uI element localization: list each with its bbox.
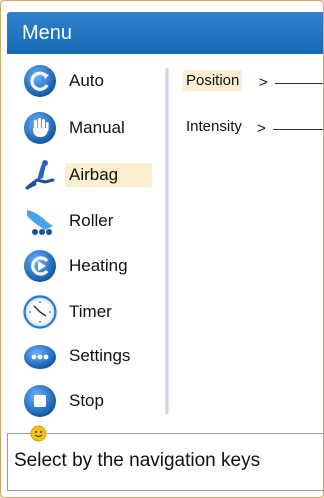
menu-item-label: Airbag bbox=[65, 163, 153, 187]
stop-icon bbox=[24, 385, 56, 417]
menu-item-label: Manual bbox=[69, 118, 125, 137]
menu-item-heating[interactable]: Heating bbox=[21, 249, 161, 285]
clock-icon bbox=[23, 295, 57, 329]
menu-item-label: Stop bbox=[69, 391, 104, 410]
menu-item-stop[interactable]: Stop bbox=[21, 384, 161, 420]
submenu-item-label: Position bbox=[183, 70, 243, 91]
menu-item-label: Heating bbox=[69, 256, 128, 275]
smiley-icon bbox=[30, 425, 47, 442]
submenu-item-label: Intensity bbox=[186, 118, 242, 135]
submenu-item-intensity[interactable]: Intensity > bbox=[183, 118, 323, 140]
page-title: Menu bbox=[22, 22, 73, 44]
menu-panel: Auto Manual Airbag Roller Heating Timer … bbox=[7, 54, 323, 428]
menu-item-label: Roller bbox=[69, 211, 114, 230]
submenu-item-position[interactable]: Position > bbox=[183, 70, 323, 94]
menu-item-label: Timer bbox=[69, 302, 112, 321]
submenu-arrow: > bbox=[257, 120, 266, 137]
menu-item-label: Auto bbox=[69, 71, 104, 90]
massage-chair-icon bbox=[25, 160, 55, 190]
menu-item-auto[interactable]: Auto bbox=[21, 64, 161, 100]
submenu-connector bbox=[275, 83, 323, 84]
auto-icon bbox=[24, 65, 56, 97]
menu-item-settings[interactable]: Settings bbox=[21, 339, 161, 375]
roller-icon bbox=[27, 210, 53, 235]
submenu-connector bbox=[273, 129, 323, 130]
app-frame: Menu Auto Manual Airbag Roller Heating T… bbox=[0, 0, 324, 498]
hint-box: Select by the navigation keys bbox=[7, 425, 323, 491]
settings-icon bbox=[24, 345, 56, 369]
heating-icon bbox=[24, 250, 56, 282]
menu-item-manual[interactable]: Manual bbox=[21, 111, 161, 147]
submenu-arrow: > bbox=[259, 74, 268, 91]
menu-divider bbox=[165, 68, 169, 414]
hand-icon bbox=[24, 112, 56, 144]
menu-item-roller[interactable]: Roller bbox=[21, 204, 161, 240]
menu-item-airbag[interactable]: Airbag bbox=[21, 158, 161, 194]
title-bar: Menu bbox=[7, 12, 323, 54]
menu-item-label: Settings bbox=[69, 346, 131, 365]
hint-text: Select by the navigation keys bbox=[14, 450, 261, 471]
menu-item-timer[interactable]: Timer bbox=[21, 295, 161, 331]
